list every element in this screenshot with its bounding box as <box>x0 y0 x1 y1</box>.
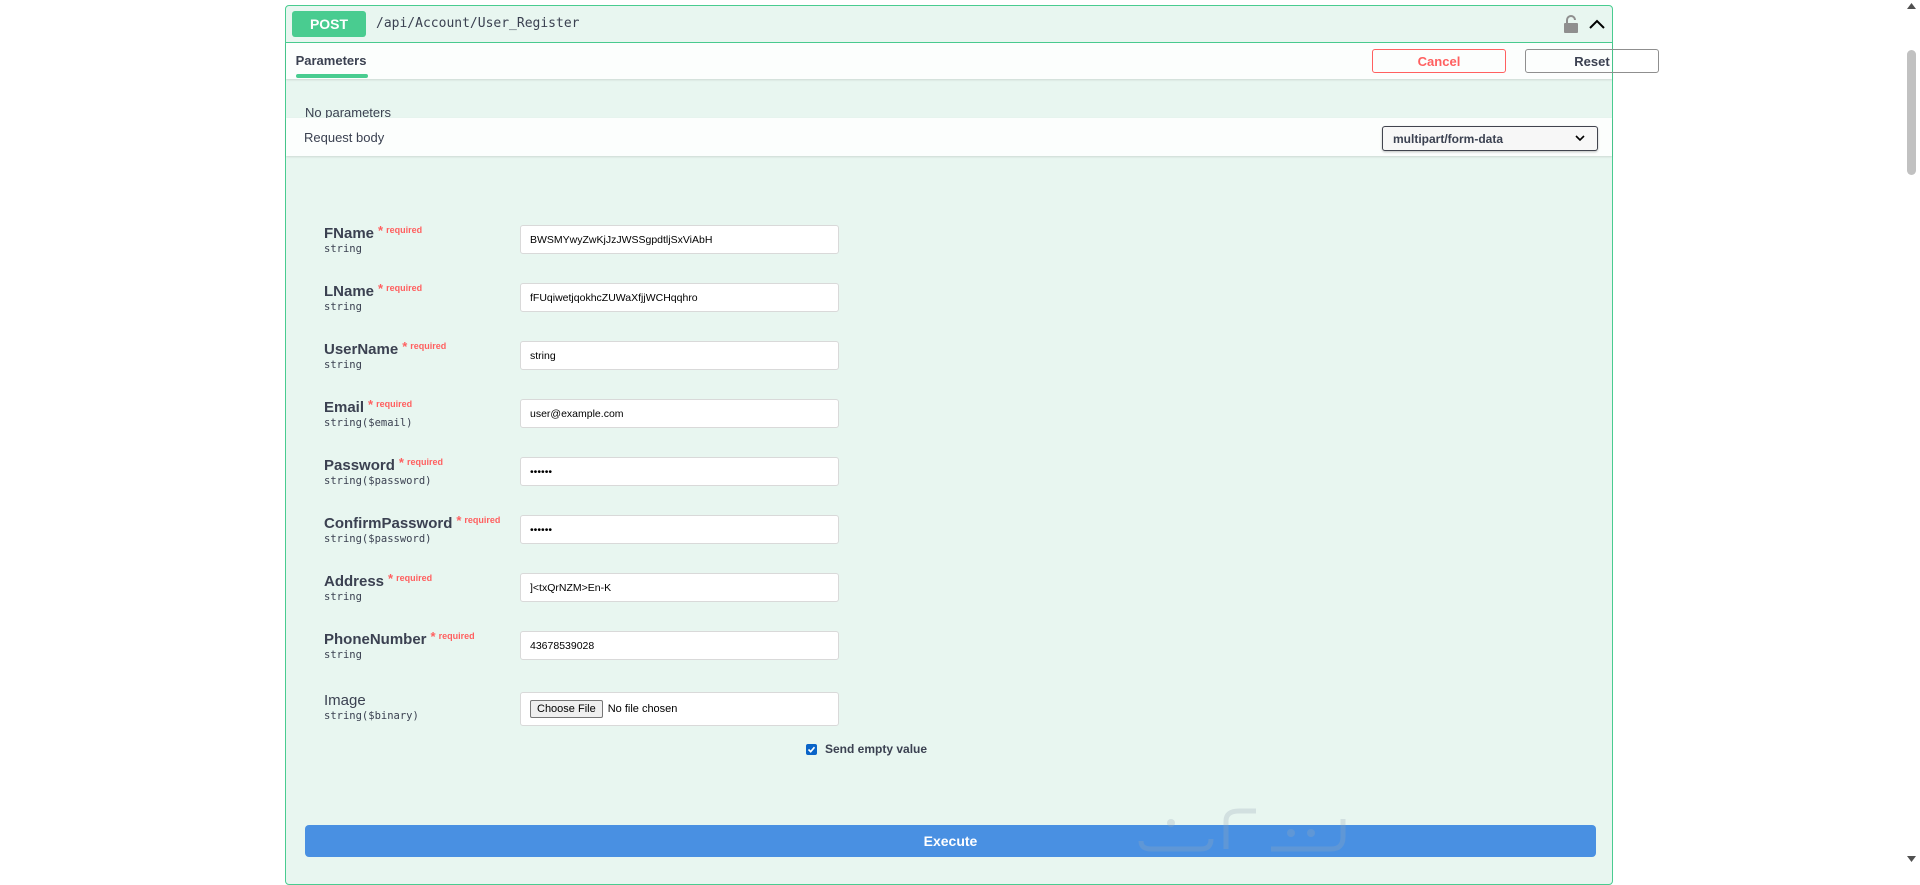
chevron-down-icon <box>1575 135 1585 142</box>
lname-input[interactable]: fFUqiwetjqokhcZUWaXfjjWCHqqhro <box>520 283 839 312</box>
field-label: Image <box>324 692 366 709</box>
field-row-lname: LName * required string fFUqiwetjqokhcZUWa… <box>324 281 844 327</box>
field-label: UserName * required <box>324 339 447 358</box>
send-empty-label: Send empty value <box>825 742 928 756</box>
content-type-value: multipart/form-data <box>1393 131 1504 146</box>
field-type: string <box>324 301 362 313</box>
chevron-up-icon[interactable] <box>1588 16 1606 32</box>
required-text: required <box>386 225 423 235</box>
required-star: * <box>388 571 394 586</box>
image-file-input[interactable]: Choose File No file chosen <box>520 692 839 726</box>
field-row-address: Address * required string ]<txQrNZM>En-K <box>324 571 844 617</box>
required-star: * <box>368 397 374 412</box>
lock-icon[interactable] <box>1563 14 1579 34</box>
required-star: * <box>378 281 384 296</box>
required-star: * <box>378 223 384 238</box>
reset-button[interactable]: Reset <box>1525 49 1659 73</box>
operation-summary[interactable]: POST /api/Account/User_Register <box>286 6 1612 43</box>
tab-active-indicator <box>296 74 368 78</box>
content-type-select[interactable]: multipart/form-data <box>1382 126 1598 151</box>
operation-block-post: POST /api/Account/User_Register Paramete… <box>285 5 1659 885</box>
field-row-fname: FName * required string BWSMYwyZwKjJzJWSSg… <box>324 223 844 269</box>
watermark-logo <box>1138 808 1346 852</box>
endpoint-path: /api/Account/User_Register <box>376 16 580 31</box>
field-row-email: Email * required string($email) user@examp… <box>324 397 844 443</box>
field-row-confirm-password: ConfirmPassword * required string($passwor… <box>324 513 844 559</box>
choose-file-button[interactable]: Choose File <box>530 700 603 718</box>
required-text: required <box>376 399 413 409</box>
field-type: string($password) <box>324 475 432 487</box>
field-type: string($password) <box>324 533 432 545</box>
field-type: string <box>324 359 362 371</box>
page-scrollbar[interactable] <box>1903 0 1920 865</box>
required-star: * <box>456 513 462 528</box>
username-input[interactable]: string <box>520 341 839 370</box>
check-icon <box>807 746 816 753</box>
request-body-header: Request body multipart/form-data <box>286 118 1612 156</box>
field-label: Address * required <box>324 571 433 590</box>
field-type: string <box>324 591 362 603</box>
address-input[interactable]: ]<txQrNZM>En-K <box>520 573 839 602</box>
required-text: required <box>464 515 501 525</box>
password-input[interactable]: •••••• <box>520 457 839 486</box>
field-label: Email * required <box>324 397 413 416</box>
required-text: required <box>438 631 475 641</box>
fname-input[interactable]: BWSMYwyZwKjJzJWSSgpdtljSxViAbH <box>520 225 839 254</box>
field-label: Password * required <box>324 455 443 474</box>
field-row-password: Password * required string($password) ••••… <box>324 455 844 501</box>
method-badge: POST <box>292 11 366 37</box>
scroll-thumb[interactable] <box>1907 50 1916 175</box>
scroll-down-arrow-icon[interactable] <box>1907 856 1916 862</box>
required-star: * <box>402 339 408 354</box>
confirm-password-input[interactable]: •••••• <box>520 515 839 544</box>
phone-number-input[interactable]: 43678539028 <box>520 631 839 660</box>
email-input[interactable]: user@example.com <box>520 399 839 428</box>
no-file-text: No file chosen <box>607 703 678 715</box>
required-text: required <box>386 283 423 293</box>
request-body-label: Request body <box>304 129 385 145</box>
field-type: string($email) <box>324 417 413 429</box>
field-label: LName * required <box>324 281 423 300</box>
tab-parameters[interactable]: Parameters <box>296 43 367 78</box>
field-type: string <box>324 649 362 661</box>
field-label: PhoneNumber * required <box>324 629 475 648</box>
cancel-button[interactable]: Cancel <box>1372 49 1506 73</box>
required-star: * <box>430 629 436 644</box>
execute-button[interactable]: Execute <box>305 825 1596 857</box>
send-empty-checkbox[interactable] <box>806 743 817 755</box>
send-empty-value-toggle[interactable]: Send empty value <box>806 742 927 756</box>
required-text: required <box>406 457 443 467</box>
field-label: FName * required <box>324 223 423 242</box>
field-row-image: Image string($binary) Choose File No fil… <box>324 692 844 736</box>
field-type: string($binary) <box>324 710 419 722</box>
required-text: required <box>396 573 433 583</box>
parameters-header: Parameters Cancel Reset <box>286 43 1659 79</box>
required-star: * <box>398 455 404 470</box>
field-type: string <box>324 243 362 255</box>
field-label: ConfirmPassword * required <box>324 513 501 532</box>
scroll-up-arrow-icon[interactable] <box>1907 3 1916 9</box>
required-text: required <box>410 341 447 351</box>
field-row-phone-number: PhoneNumber * required string 43678539028 <box>324 629 844 675</box>
field-row-username: UserName * required string string <box>324 339 844 385</box>
